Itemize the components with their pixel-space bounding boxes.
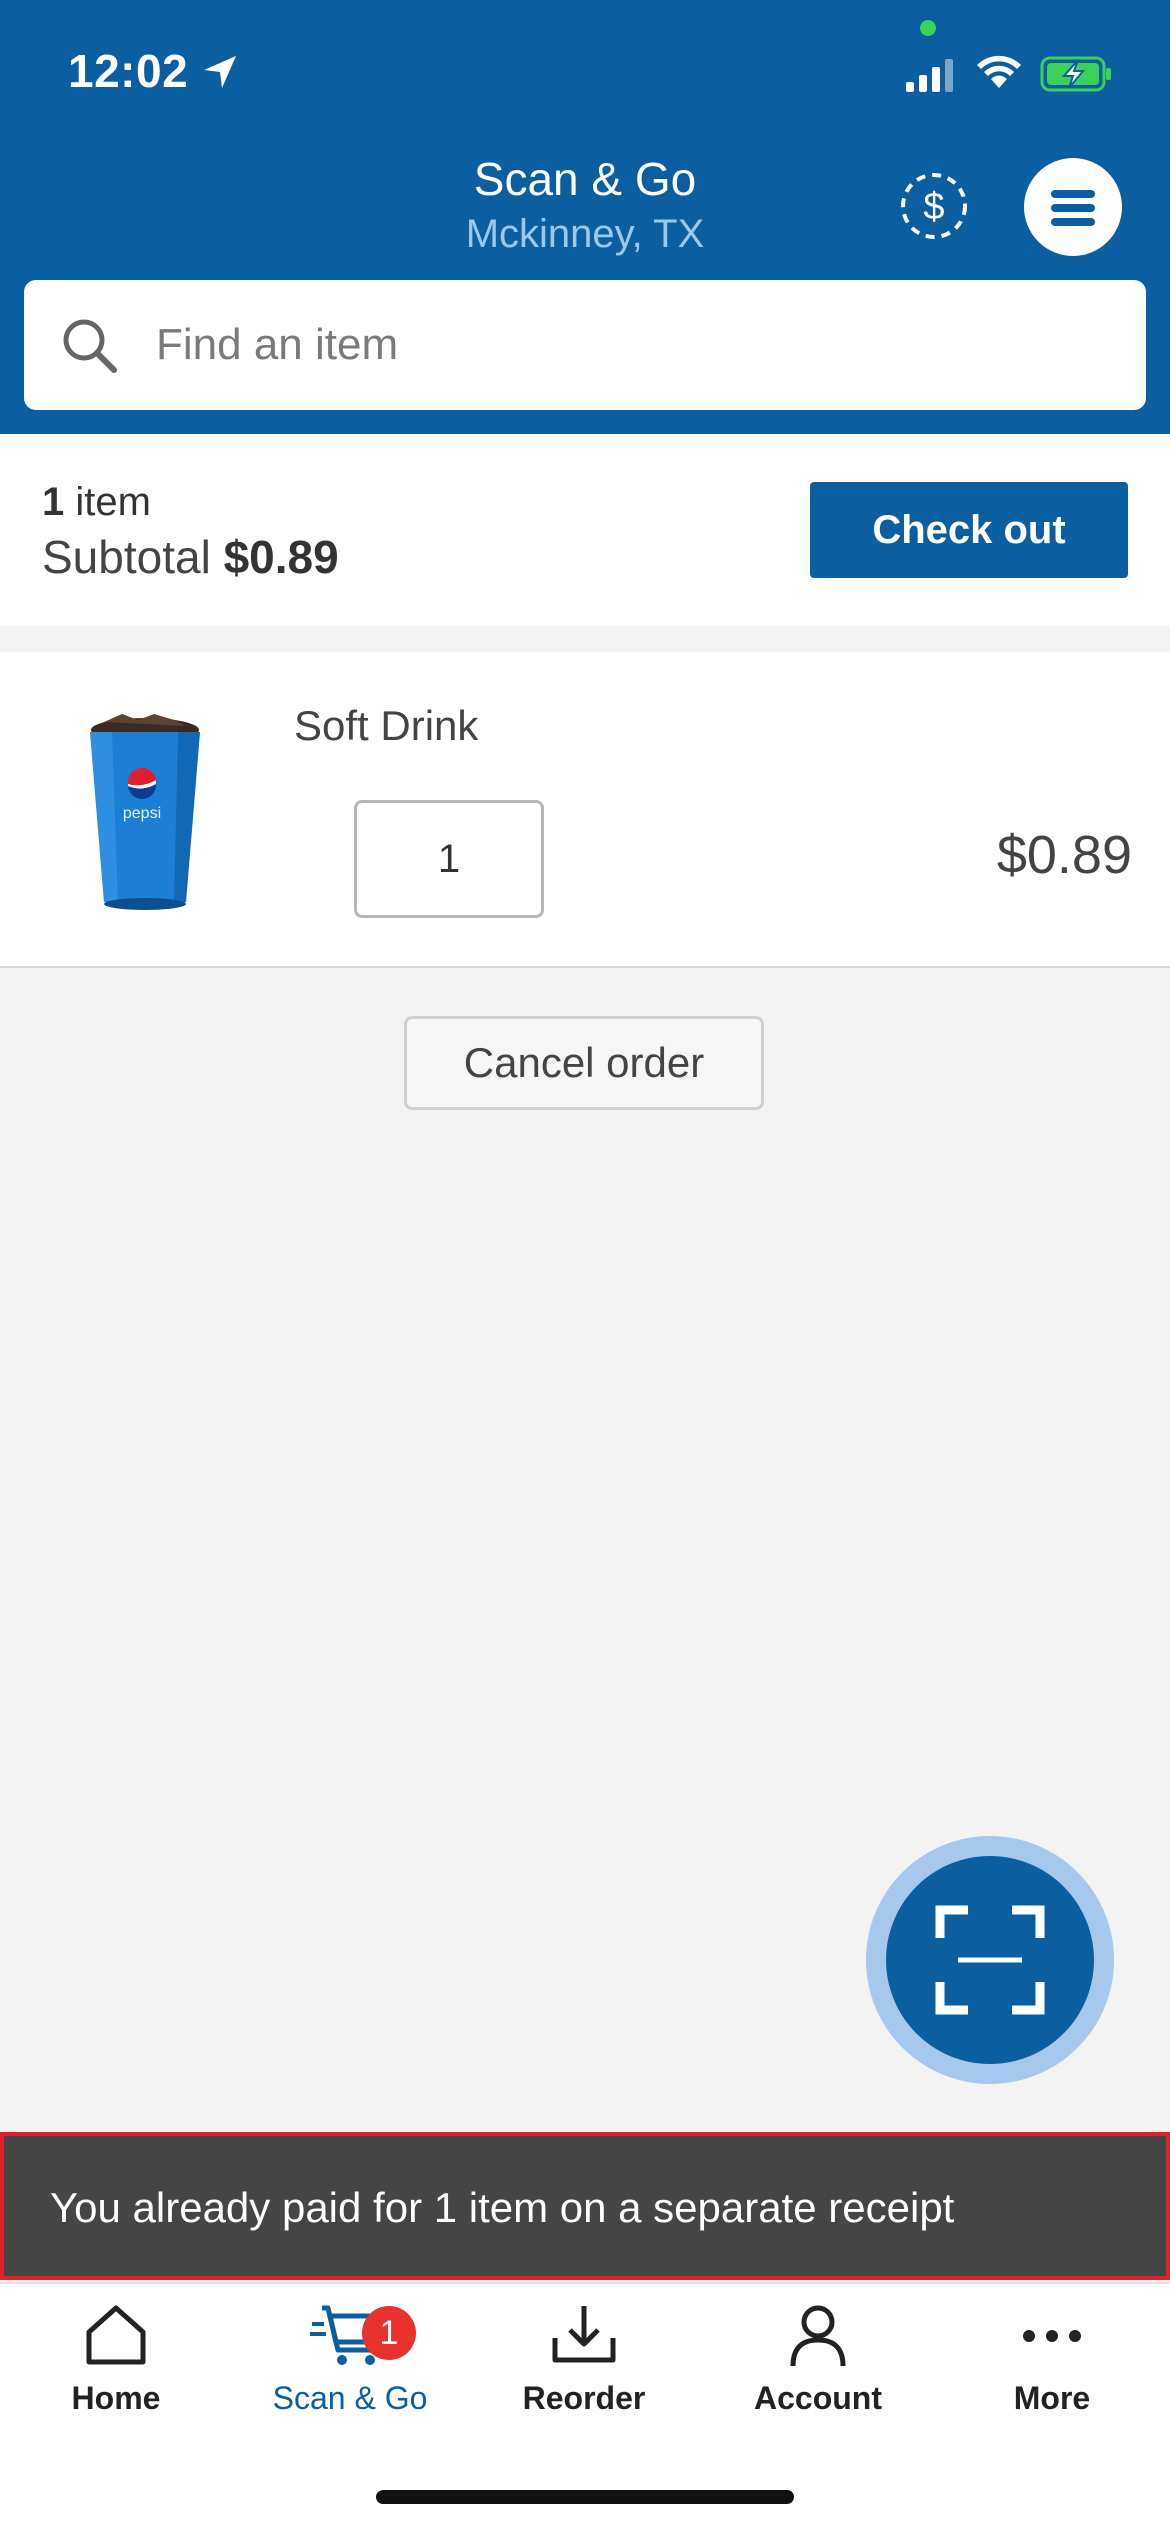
home-icon: [86, 2305, 146, 2365]
tab-label: More: [1013, 2380, 1091, 2416]
cancel-order-button[interactable]: Cancel order: [404, 1016, 764, 1110]
checkout-button[interactable]: Check out: [810, 482, 1128, 578]
cart-count-badge: 1: [362, 2306, 416, 2360]
toast-notification: You already paid for 1 item on a separat…: [0, 2132, 1170, 2280]
product-name: Soft Drink: [294, 702, 479, 749]
more-icon: [1023, 2330, 1081, 2342]
savings-dollar-icon[interactable]: $: [896, 168, 972, 244]
camera-indicator: [920, 20, 936, 36]
tab-label: Home: [71, 2380, 161, 2416]
svg-text:pepsi: pepsi: [123, 805, 161, 822]
tab-reorder[interactable]: Reorder: [484, 2302, 684, 2462]
wifi-icon: [977, 55, 1021, 88]
cart-summary: 1 item Subtotal $0.89 Check out: [0, 434, 1170, 626]
product-price: $0.89: [996, 825, 1132, 885]
cellular-signal-icon: [906, 59, 953, 92]
store-location[interactable]: Mckinney, TX: [0, 212, 1170, 257]
menu-bar: [1051, 190, 1095, 198]
search-icon: [63, 319, 117, 373]
subtotal-value: $0.89: [223, 531, 339, 583]
account-icon: [790, 2305, 846, 2367]
home-indicator: [376, 2490, 794, 2504]
page-title: Scan & Go: [473, 153, 697, 205]
reorder-icon: [552, 2306, 616, 2363]
toast-message: You already paid for 1 item on a separat…: [50, 2184, 955, 2231]
tab-label: Scan & Go: [272, 2380, 428, 2416]
tab-account[interactable]: Account: [718, 2302, 918, 2462]
tab-home[interactable]: Home: [16, 2302, 216, 2462]
scan-barcode-button[interactable]: [886, 1856, 1094, 2064]
menu-bar: [1051, 204, 1095, 212]
pepsi-cup-image: pepsi: [90, 714, 200, 910]
item-count: 1 item: [42, 480, 151, 525]
svg-text:$: $: [923, 186, 944, 228]
status-time: 12:02: [68, 45, 189, 97]
search-bar[interactable]: [24, 280, 1146, 410]
location-arrow-icon: [204, 56, 236, 88]
search-input[interactable]: [156, 310, 1056, 380]
battery-charging-icon: [1040, 56, 1111, 92]
item-count-value: 1: [42, 480, 65, 524]
item-count-label: item: [75, 480, 151, 524]
quantity-field[interactable]: 1: [354, 800, 544, 918]
tab-more[interactable]: More: [952, 2302, 1152, 2462]
cart-item-row[interactable]: pepsi Soft Drink 1 $0.89: [0, 652, 1170, 968]
subtotal-label: Subtotal: [42, 531, 211, 583]
menu-bar: [1051, 218, 1095, 226]
subtotal: Subtotal $0.89: [42, 530, 339, 584]
scan-frame-icon: [935, 1905, 1045, 2015]
tab-scan-go[interactable]: Scan & Go 1: [250, 2302, 450, 2462]
tab-label: Account: [754, 2380, 882, 2416]
menu-button[interactable]: [1024, 158, 1122, 256]
app-header: 12:02 Scan & Go Mckinney, TX $: [0, 0, 1170, 434]
tab-label: Reorder: [522, 2380, 646, 2416]
